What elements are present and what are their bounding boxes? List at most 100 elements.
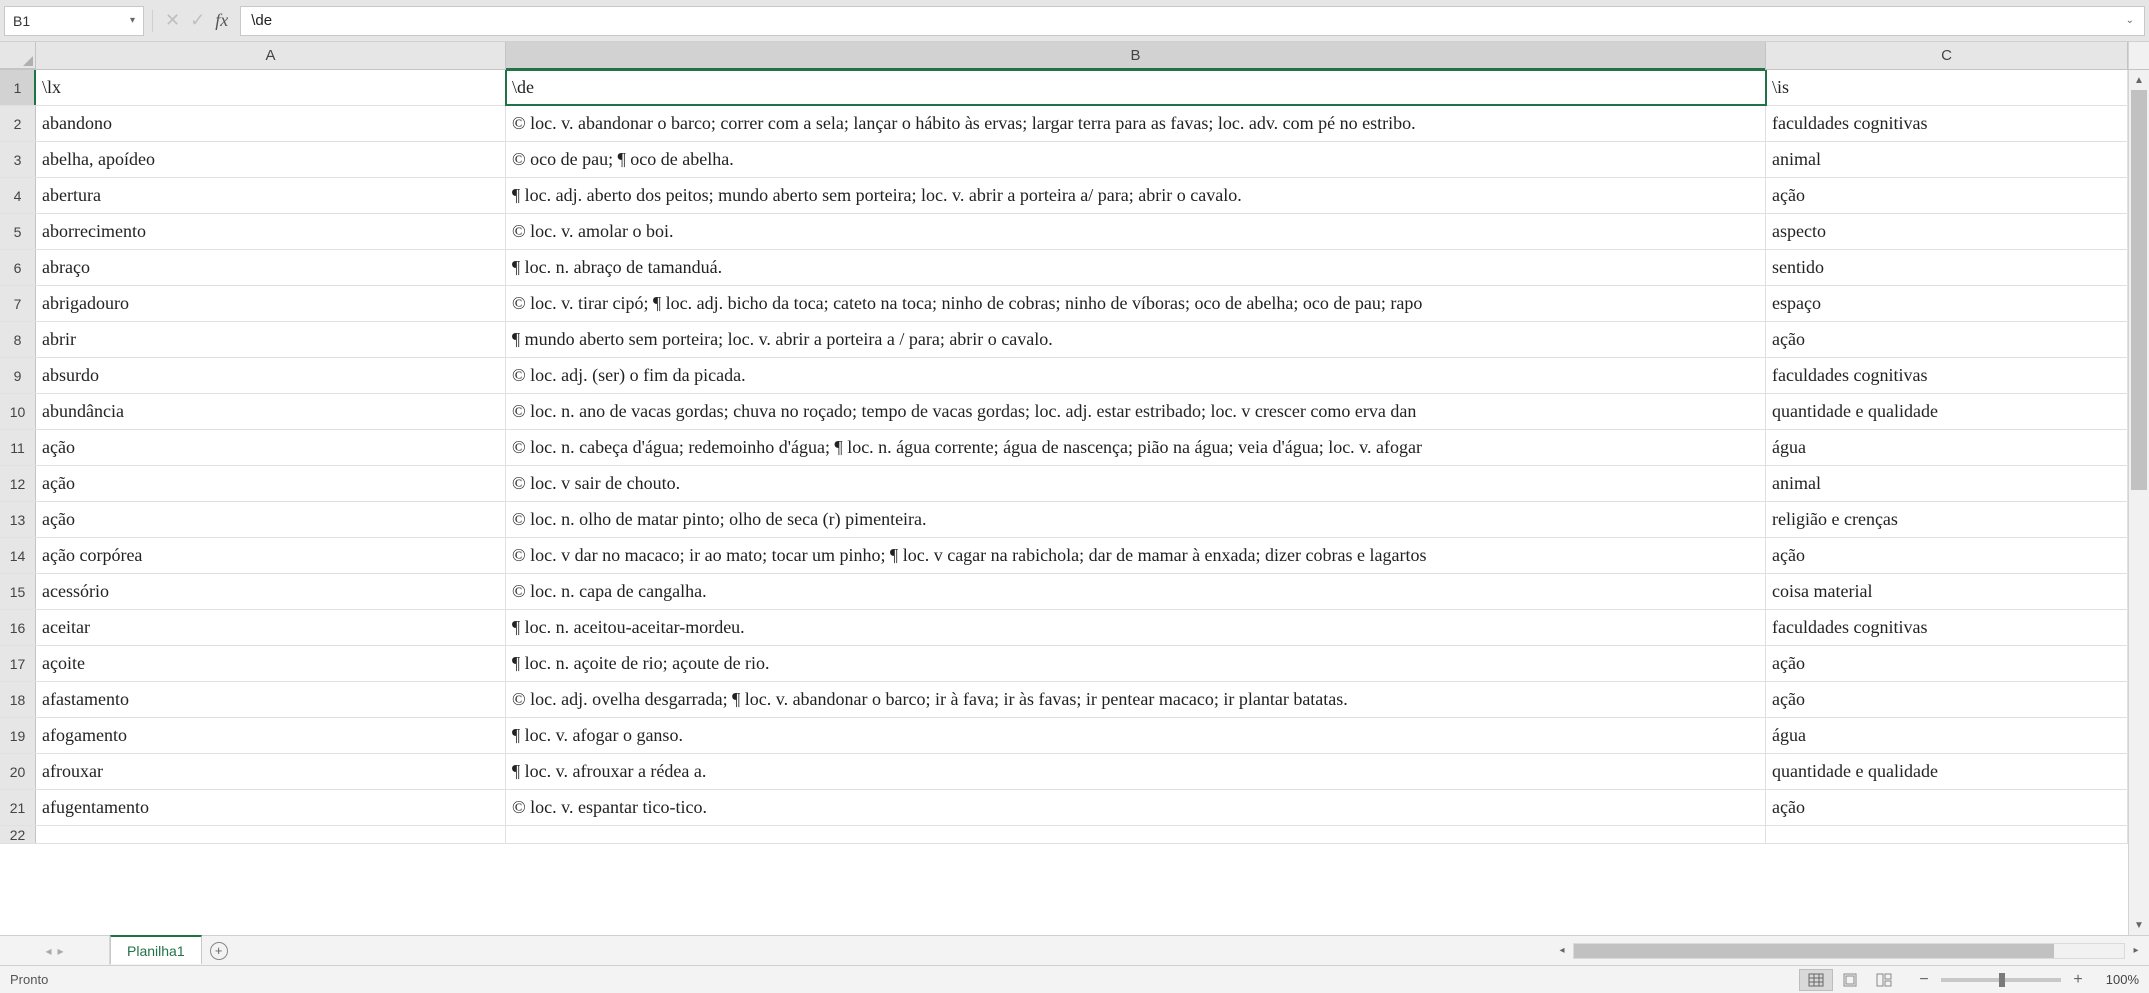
cell-a3[interactable]: abelha, apoídeo xyxy=(36,142,506,177)
cell-a15[interactable]: acessório xyxy=(36,574,506,609)
row-header[interactable]: 11 xyxy=(0,430,36,465)
cell-b6[interactable]: ¶ loc. n. abraço de tamanduá. xyxy=(506,250,1766,285)
cell-c17[interactable]: ação xyxy=(1766,646,2128,681)
zoom-slider-thumb[interactable] xyxy=(1999,973,2005,987)
cell-c5[interactable]: aspecto xyxy=(1766,214,2128,249)
cell-a14[interactable]: ação corpórea xyxy=(36,538,506,573)
row-header[interactable]: 1 xyxy=(0,70,36,105)
cell-a7[interactable]: abrigadouro xyxy=(36,286,506,321)
row-header[interactable]: 22 xyxy=(0,826,36,843)
cell-b4[interactable]: ¶ loc. adj. aberto dos peitos; mundo abe… xyxy=(506,178,1766,213)
row-header[interactable]: 5 xyxy=(0,214,36,249)
zoom-out-button[interactable]: − xyxy=(1917,971,1931,989)
zoom-in-button[interactable]: + xyxy=(2071,971,2085,989)
cell-b10[interactable]: © loc. n. ano de vacas gordas; chuva no … xyxy=(506,394,1766,429)
cell-b18[interactable]: © loc. adj. ovelha desgarrada; ¶ loc. v.… xyxy=(506,682,1766,717)
scroll-right-icon[interactable]: ▸ xyxy=(2127,945,2145,956)
cell-a9[interactable]: absurdo xyxy=(36,358,506,393)
row-header[interactable]: 21 xyxy=(0,790,36,825)
cell-a22[interactable] xyxy=(36,826,506,843)
cell-c13[interactable]: religião e crenças xyxy=(1766,502,2128,537)
cell-c1[interactable]: \is xyxy=(1766,70,2128,105)
cell-b20[interactable]: ¶ loc. v. afrouxar a rédea a. xyxy=(506,754,1766,789)
cell-c18[interactable]: ação xyxy=(1766,682,2128,717)
cell-c15[interactable]: coisa material xyxy=(1766,574,2128,609)
name-box[interactable]: B1 ▾ xyxy=(4,6,144,36)
sheet-nav-next-icon[interactable]: ▸ xyxy=(58,944,64,958)
cell-c22[interactable] xyxy=(1766,826,2128,843)
cell-c21[interactable]: ação xyxy=(1766,790,2128,825)
cell-a5[interactable]: aborrecimento xyxy=(36,214,506,249)
cell-b14[interactable]: © loc. v dar no macaco; ir ao mato; toca… xyxy=(506,538,1766,573)
cell-a12[interactable]: ação xyxy=(36,466,506,501)
hscroll-track[interactable] xyxy=(1573,943,2125,959)
row-header[interactable]: 4 xyxy=(0,178,36,213)
cell-a20[interactable]: afrouxar xyxy=(36,754,506,789)
sheet-nav[interactable]: ◂ ▸ xyxy=(0,936,110,965)
cell-b9[interactable]: © loc. adj. (ser) o fim da picada. xyxy=(506,358,1766,393)
cell-b8[interactable]: ¶ mundo aberto sem porteira; loc. v. abr… xyxy=(506,322,1766,357)
formula-input[interactable]: \de ⌄ xyxy=(240,6,2145,36)
row-header[interactable]: 13 xyxy=(0,502,36,537)
row-header[interactable]: 2 xyxy=(0,106,36,141)
scroll-down-icon[interactable]: ▼ xyxy=(2129,915,2149,935)
row-header[interactable]: 8 xyxy=(0,322,36,357)
cell-c7[interactable]: espaço xyxy=(1766,286,2128,321)
cell-c19[interactable]: água xyxy=(1766,718,2128,753)
cell-c10[interactable]: quantidade e qualidade xyxy=(1766,394,2128,429)
cell-c20[interactable]: quantidade e qualidade xyxy=(1766,754,2128,789)
cell-b12[interactable]: © loc. v sair de chouto. xyxy=(506,466,1766,501)
cell-b17[interactable]: ¶ loc. n. açoite de rio; açoute de rio. xyxy=(506,646,1766,681)
cell-a13[interactable]: ação xyxy=(36,502,506,537)
zoom-slider[interactable] xyxy=(1941,978,2061,982)
cell-b21[interactable]: © loc. v. espantar tico-tico. xyxy=(506,790,1766,825)
scroll-track[interactable] xyxy=(2129,90,2149,915)
cell-b22[interactable] xyxy=(506,826,1766,843)
scroll-thumb[interactable] xyxy=(2131,90,2147,490)
row-header[interactable]: 19 xyxy=(0,718,36,753)
column-header-a[interactable]: A xyxy=(36,42,506,69)
enter-icon[interactable]: ✓ xyxy=(190,10,205,31)
view-normal-button[interactable] xyxy=(1799,969,1833,991)
cell-b2[interactable]: © loc. v. abandonar o barco; correr com … xyxy=(506,106,1766,141)
cell-a8[interactable]: abrir xyxy=(36,322,506,357)
row-header[interactable]: 6 xyxy=(0,250,36,285)
cell-b3[interactable]: © oco de pau; ¶ oco de abelha. xyxy=(506,142,1766,177)
view-page-break-button[interactable] xyxy=(1867,969,1901,991)
cell-b1[interactable]: \de xyxy=(506,70,1766,105)
cell-b16[interactable]: ¶ loc. n. aceitou-aceitar-mordeu. xyxy=(506,610,1766,645)
cell-b5[interactable]: © loc. v. amolar o boi. xyxy=(506,214,1766,249)
row-header[interactable]: 9 xyxy=(0,358,36,393)
cell-c3[interactable]: animal xyxy=(1766,142,2128,177)
column-header-c[interactable]: C xyxy=(1766,42,2128,69)
cell-a10[interactable]: abundância xyxy=(36,394,506,429)
cell-a1[interactable]: \lx xyxy=(36,70,506,105)
cell-b15[interactable]: © loc. n. capa de cangalha. xyxy=(506,574,1766,609)
row-header[interactable]: 18 xyxy=(0,682,36,717)
row-header[interactable]: 20 xyxy=(0,754,36,789)
cell-c11[interactable]: água xyxy=(1766,430,2128,465)
scroll-up-icon[interactable]: ▲ xyxy=(2129,70,2149,90)
horizontal-scrollbar[interactable]: ◂ ▸ xyxy=(1549,936,2149,965)
cell-c6[interactable]: sentido xyxy=(1766,250,2128,285)
row-header[interactable]: 10 xyxy=(0,394,36,429)
cancel-icon[interactable]: ✕ xyxy=(165,10,180,31)
cell-c14[interactable]: ação xyxy=(1766,538,2128,573)
scroll-left-icon[interactable]: ◂ xyxy=(1553,945,1571,956)
cell-a2[interactable]: abandono xyxy=(36,106,506,141)
cell-c4[interactable]: ação xyxy=(1766,178,2128,213)
cell-b19[interactable]: ¶ loc. v. afogar o ganso. xyxy=(506,718,1766,753)
cell-a6[interactable]: abraço xyxy=(36,250,506,285)
cell-a11[interactable]: ação xyxy=(36,430,506,465)
sheet-tab-active[interactable]: Planilha1 xyxy=(110,935,202,964)
hscroll-thumb[interactable] xyxy=(1574,944,2054,958)
cell-a16[interactable]: aceitar xyxy=(36,610,506,645)
cell-a19[interactable]: afogamento xyxy=(36,718,506,753)
row-header[interactable]: 17 xyxy=(0,646,36,681)
cell-a18[interactable]: afastamento xyxy=(36,682,506,717)
cell-a17[interactable]: açoite xyxy=(36,646,506,681)
sheet-nav-prev-icon[interactable]: ◂ xyxy=(45,944,51,958)
select-all-corner[interactable] xyxy=(0,42,36,69)
row-header[interactable]: 14 xyxy=(0,538,36,573)
cell-c12[interactable]: animal xyxy=(1766,466,2128,501)
